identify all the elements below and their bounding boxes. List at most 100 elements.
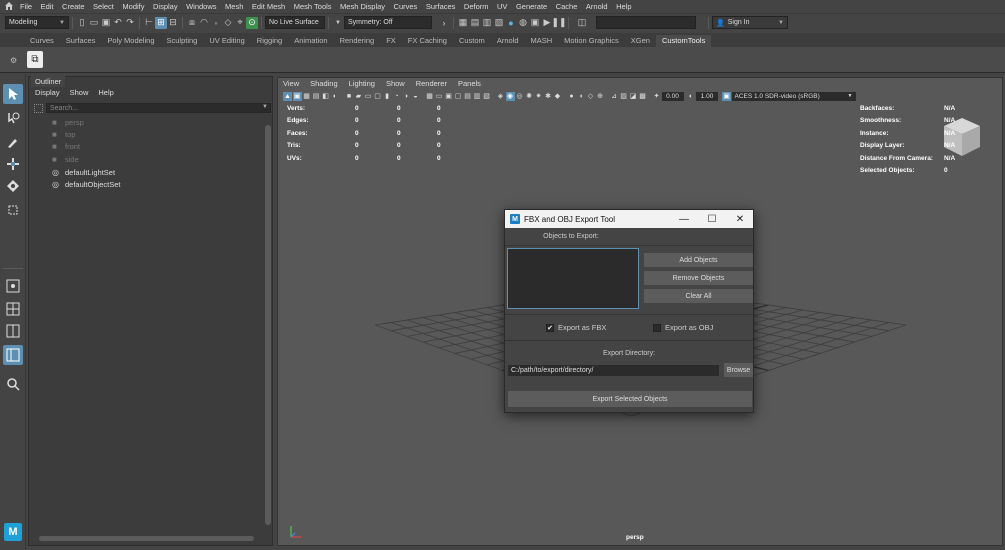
scale-tool-icon[interactable] <box>3 200 23 220</box>
menu-create[interactable]: Create <box>62 2 85 11</box>
save-scene-icon[interactable]: ▣ <box>100 17 112 29</box>
xray-icon[interactable]: ◈ <box>496 92 505 101</box>
shelf-tab-xgen[interactable]: XGen <box>625 35 656 47</box>
scrollbar-thumb[interactable] <box>265 125 271 525</box>
select-tool-icon[interactable] <box>3 84 23 104</box>
remove-objects-button[interactable]: Remove Objects <box>644 271 753 285</box>
menu-curves[interactable]: Curves <box>394 2 418 11</box>
undo-icon[interactable]: ↶ <box>112 17 124 29</box>
hud-icon[interactable]: ◇ <box>586 92 595 101</box>
outliner-search-input[interactable]: Search... <box>46 103 271 113</box>
panel-layout-icon[interactable]: ◫ <box>576 17 588 29</box>
chevron-down-icon[interactable]: ▼ <box>262 104 268 110</box>
outliner-vertical-scrollbar[interactable] <box>264 115 272 535</box>
export-tool-shelf-icon[interactable]: ⧉ <box>27 51 43 68</box>
browse-button[interactable]: Browse <box>724 363 753 377</box>
open-scene-icon[interactable]: ▭ <box>88 17 100 29</box>
textured-icon[interactable]: ▤ <box>463 92 472 101</box>
outliner-horizontal-scrollbar[interactable] <box>33 535 265 542</box>
render-view-icon[interactable]: ◍ <box>517 17 529 29</box>
menu-windows[interactable]: Windows <box>186 2 216 11</box>
resolution-gate-icon[interactable]: ▢ <box>373 92 382 101</box>
viewport-menu-panels[interactable]: Panels <box>458 79 481 88</box>
add-objects-button[interactable]: Add Objects <box>644 253 753 267</box>
gate-icon[interactable]: ◪ <box>629 92 638 101</box>
outliner-layout-icon[interactable] <box>3 345 23 365</box>
two-pane-layout-icon[interactable] <box>3 321 23 341</box>
shelf-tab-fx[interactable]: FX <box>380 35 402 47</box>
frame-all-icon[interactable]: ▨ <box>619 92 628 101</box>
menu-deform[interactable]: Deform <box>464 2 489 11</box>
film-gate-icon[interactable]: ▭ <box>364 92 373 101</box>
ipr-render-icon[interactable]: ▥ <box>481 17 493 29</box>
shelf-tab-poly-modeling[interactable]: Poly Modeling <box>101 35 160 47</box>
select-component-icon[interactable]: ⊟ <box>167 17 179 29</box>
default-material-icon[interactable]: ▢ <box>454 92 463 101</box>
shelf-tab-uv-editing[interactable]: UV Editing <box>203 35 250 47</box>
outliner-item-persp[interactable]: ■ persp <box>52 116 84 128</box>
2d-pan-icon[interactable]: ◐ <box>331 92 340 101</box>
shelf-tab-customtools[interactable]: CustomTools <box>655 35 712 47</box>
shelf-tab-motion-graphics[interactable]: Motion Graphics <box>558 35 625 47</box>
hypershade-icon[interactable]: ● <box>505 17 517 29</box>
color-management-icon[interactable]: ▩ <box>638 92 647 101</box>
dialog-title-bar[interactable]: M FBX and OBJ Export Tool — ☐ ✕ <box>505 210 753 228</box>
motion-blur-icon[interactable]: ✷ <box>534 92 543 101</box>
menu-surfaces[interactable]: Surfaces <box>426 2 456 11</box>
sign-in-dropdown[interactable]: 👤 Sign In ▼ <box>712 16 788 29</box>
menu-mesh-tools[interactable]: Mesh Tools <box>294 2 332 11</box>
camera-attributes-icon[interactable]: ▣ <box>292 91 302 101</box>
snap-live-icon[interactable]: ⊙ <box>246 16 258 29</box>
image-plane-icon[interactable]: ▤ <box>312 92 321 101</box>
close-icon[interactable]: ✕ <box>733 212 747 226</box>
single-pane-layout-icon[interactable] <box>3 276 23 296</box>
viewport-menu-view[interactable]: View <box>283 79 299 88</box>
export-obj-checkbox[interactable]: Export as OBJ <box>653 323 713 332</box>
rotate-tool-icon[interactable] <box>3 176 23 196</box>
menu-cache[interactable]: Cache <box>556 2 578 11</box>
gamma-field[interactable]: 1.00 <box>696 91 718 101</box>
search-input[interactable] <box>596 16 696 29</box>
shelf-tab-fx-caching[interactable]: FX Caching <box>402 35 453 47</box>
shelf-tab-rendering[interactable]: Rendering <box>334 35 381 47</box>
render-settings-icon[interactable]: ▧ <box>493 17 505 29</box>
exposure-icon[interactable]: ✦ <box>652 92 661 101</box>
paint-select-icon[interactable] <box>3 132 23 152</box>
xray-joints-icon[interactable]: ◎ <box>515 92 524 101</box>
menu-mesh-display[interactable]: Mesh Display <box>340 2 385 11</box>
outliner-filter-icon[interactable] <box>34 104 43 113</box>
color-space-dropdown[interactable]: ACES 1.0 SDR-video (sRGB) ▼ <box>731 91 856 101</box>
scrollbar-thumb[interactable] <box>39 536 254 541</box>
gate-mask-icon[interactable]: ▮ <box>383 92 392 101</box>
shelf-settings-icon[interactable]: ⚙ <box>10 56 17 65</box>
mode-dropdown[interactable]: Modeling ▼ <box>5 16 69 29</box>
redo-icon[interactable]: ↷ <box>124 17 136 29</box>
select-camera-icon[interactable]: ▲ <box>283 91 292 101</box>
wireframe-icon[interactable]: ▭ <box>435 92 444 101</box>
render-frame-icon[interactable]: ▤ <box>469 17 481 29</box>
minimize-icon[interactable]: — <box>677 212 691 226</box>
isolate-select-icon[interactable]: ● <box>567 92 576 101</box>
new-scene-icon[interactable]: ▯ <box>76 17 88 29</box>
export-fbx-checkbox[interactable]: ✔ Export as FBX <box>546 323 606 332</box>
frame-selected-icon[interactable]: ⊿ <box>610 92 619 101</box>
safe-action-icon[interactable]: ◑ <box>402 92 411 101</box>
outliner-item-defaultobjectset[interactable]: ◎ defaultObjectSet <box>52 178 120 190</box>
home-icon[interactable] <box>4 1 14 11</box>
field-chart-icon[interactable]: ◔ <box>392 92 401 101</box>
anti-aliasing-icon[interactable]: ✱ <box>544 92 553 101</box>
select-object-icon[interactable]: ⊞ <box>155 16 167 29</box>
smooth-shade-icon[interactable]: ▣ <box>444 92 453 101</box>
menu-select[interactable]: Select <box>93 2 114 11</box>
snap-surface-icon[interactable]: ⌖ <box>234 17 246 29</box>
snap-view-icon[interactable]: ◇ <box>222 17 234 29</box>
export-selected-objects-button[interactable]: Export Selected Objects <box>508 391 752 407</box>
shelf-tab-sculpting[interactable]: Sculpting <box>160 35 203 47</box>
shelf-tab-curves[interactable]: Curves <box>24 35 60 47</box>
outliner-item-top[interactable]: ■ top <box>52 128 75 140</box>
menu-generate[interactable]: Generate <box>516 2 547 11</box>
render-region-icon[interactable]: ▦ <box>457 17 469 29</box>
menu-mesh[interactable]: Mesh <box>225 2 243 11</box>
grease-pencil-icon[interactable]: ◧ <box>321 92 330 101</box>
live-surface-field[interactable]: No Live Surface <box>265 16 325 29</box>
